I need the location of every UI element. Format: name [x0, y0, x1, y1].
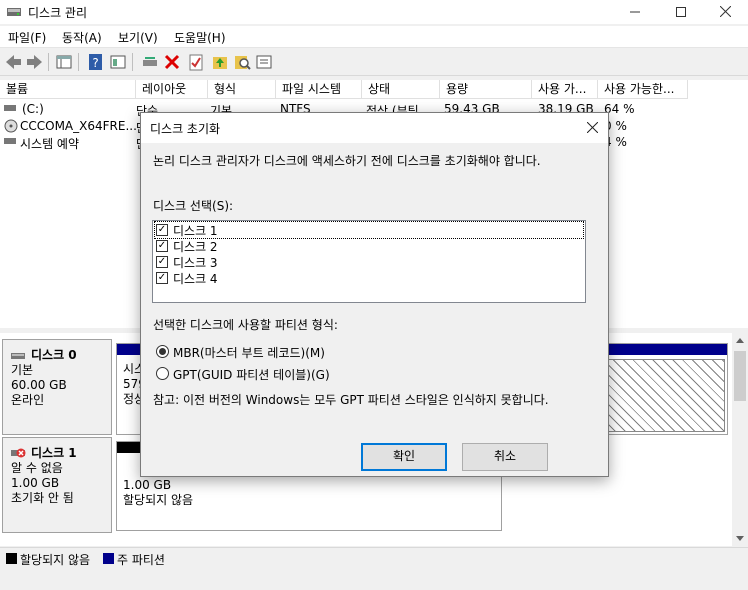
properties-pane-icon[interactable] [108, 52, 128, 72]
menu-help[interactable]: 도움말(H) [174, 29, 226, 46]
partition-status: 할당되지 않음 [123, 493, 194, 507]
disk-checkbox[interactable]: ✓ [156, 256, 168, 268]
title-bar: 디스크 관리 [0, 0, 748, 24]
primary-partition-swatch [103, 553, 114, 564]
gpt-radio-label[interactable]: GPT(GUID 파티션 테이블)(G) [173, 366, 330, 383]
menu-action[interactable]: 동작(A) [62, 29, 102, 46]
disk-checkbox[interactable]: ✓ [156, 240, 168, 252]
scroll-thumb[interactable] [734, 351, 746, 401]
help-icon[interactable]: ? [86, 52, 106, 72]
compatibility-note: 참고: 이전 버전의 Windows는 모두 GPT 파티션 스타일은 인식하지… [153, 393, 549, 407]
menu-file[interactable]: 파일(F) [8, 29, 46, 46]
disk-select-list[interactable]: ✓ 디스크 1 ✓ 디스크 2 ✓ 디스크 3 ✓ 디스크 4 [152, 220, 586, 303]
disk-type: 기본 [11, 363, 34, 377]
console-tree-icon[interactable] [54, 52, 74, 72]
disk-checkbox[interactable]: ✓ [156, 224, 168, 236]
column-header-type[interactable]: 형식 [208, 80, 276, 99]
dialog-title-bar: 디스크 초기화 [141, 113, 608, 143]
disk-status: 초기화 안 됨 [11, 491, 74, 505]
disk-list-label: 디스크 2 [173, 240, 218, 254]
unallocated-swatch [6, 553, 17, 564]
volume-name: 시스템 예약 [20, 137, 80, 151]
disk-select-label: 디스크 선택(S): [153, 199, 234, 213]
toolbar-separator [132, 53, 133, 71]
disk-list-label: 디스크 3 [173, 256, 218, 270]
scroll-down-icon[interactable] [732, 532, 748, 546]
disk-status: 온라인 [11, 393, 45, 407]
disk-list-item[interactable]: ✓ 디스크 1 [154, 221, 584, 239]
disk-management-icon [6, 5, 22, 19]
column-header-volume[interactable]: 볼륨 [0, 80, 136, 99]
toolbar: ? [0, 49, 748, 76]
disk-size: 60.00 GB [11, 378, 67, 392]
up-folder-icon[interactable] [210, 52, 230, 72]
disk-list-label: 디스크 1 [173, 224, 218, 238]
disk-icon [11, 350, 25, 365]
disk-management-window: 디스크 관리 파일(F) 동작(A) 보기(V) 도움말(H) ? 볼륨 레이아… [0, 0, 748, 590]
unallocated-label: 1.00 GB 할당되지 않음 [123, 478, 193, 508]
properties-icon[interactable] [254, 52, 274, 72]
column-header-status[interactable]: 상태 [362, 80, 440, 99]
menu-view[interactable]: 보기(V) [118, 29, 158, 46]
disk-size: 1.00 GB [11, 476, 60, 490]
forward-arrow-icon[interactable] [24, 52, 44, 72]
toolbar-separator [78, 53, 79, 71]
disk-name: 디스크 0 [31, 348, 77, 362]
disk-type: 알 수 없음 [11, 461, 63, 475]
dialog-message: 논리 디스크 관리자가 디스크에 액세스하기 전에 디스크를 초기화해야 합니다… [153, 154, 541, 168]
checklist-icon[interactable] [186, 52, 206, 72]
dialog-close-icon[interactable] [580, 116, 604, 140]
back-arrow-icon[interactable] [4, 52, 24, 72]
column-header-free-space[interactable]: 사용 가... [532, 80, 598, 99]
status-bar [0, 569, 748, 590]
close-button[interactable] [702, 0, 748, 24]
menu-bar: 파일(F) 동작(A) 보기(V) 도움말(H) [0, 26, 748, 48]
mbr-radio-label[interactable]: MBR(마스터 부트 레코드)(M) [173, 344, 325, 361]
mbr-radio[interactable] [156, 345, 169, 358]
svg-text:?: ? [92, 56, 98, 70]
selected-partition-hatch[interactable] [605, 359, 725, 432]
connect-disk-icon[interactable] [140, 52, 160, 72]
disk-list-item[interactable]: ✓ 디스크 4 [155, 270, 583, 286]
initialize-disk-dialog: 디스크 초기화 논리 디스크 관리자가 디스크에 액세스하기 전에 디스크를 초… [140, 112, 609, 477]
minimize-button[interactable] [612, 0, 658, 24]
disk-list-item[interactable]: ✓ 디스크 3 [155, 254, 583, 270]
legend-unallocated: 할당되지 않음 [20, 553, 91, 567]
drive-icon [4, 135, 16, 149]
legend-primary: 주 파티션 [117, 553, 165, 567]
disk-list-item[interactable]: ✓ 디스크 2 [155, 238, 583, 254]
volume-name: CCCOMA_X64FRE... [20, 119, 137, 133]
drive-icon [4, 102, 16, 116]
disk-name: 디스크 1 [31, 446, 77, 460]
toolbar-separator [48, 53, 49, 71]
column-header-free-percent[interactable]: 사용 가능한... [598, 80, 688, 99]
ok-button[interactable]: 확인 [361, 443, 447, 471]
column-header-capacity[interactable]: 용량 [440, 80, 532, 99]
column-header-layout[interactable]: 레이아웃 [136, 80, 208, 99]
disk-error-icon [11, 447, 27, 463]
disk-0-info[interactable]: 디스크 0 기본 60.00 GB 온라인 [2, 339, 112, 435]
partition-style-label: 선택한 디스크에 사용할 파티션 형식: [153, 318, 338, 332]
volume-name: (C:) [22, 102, 44, 116]
column-header-filesystem[interactable]: 파일 시스템 [276, 80, 362, 99]
legend: 할당되지 않음 주 파티션 [0, 547, 748, 569]
gpt-radio[interactable] [156, 367, 169, 380]
cancel-button[interactable]: 취소 [462, 443, 548, 471]
disk-checkbox[interactable]: ✓ [156, 272, 168, 284]
maximize-button[interactable] [658, 0, 704, 24]
disk-map-scrollbar[interactable] [732, 333, 748, 546]
scroll-up-icon[interactable] [732, 333, 748, 347]
partition-size: 1.00 GB [123, 478, 172, 492]
delete-icon[interactable] [162, 52, 182, 72]
disk-list-label: 디스크 4 [173, 272, 218, 286]
disk-1-info[interactable]: 디스크 1 알 수 없음 1.00 GB 초기화 안 됨 [2, 437, 112, 533]
window-title: 디스크 관리 [28, 6, 88, 20]
dialog-title: 디스크 초기화 [150, 122, 221, 136]
search-folder-icon[interactable] [232, 52, 252, 72]
